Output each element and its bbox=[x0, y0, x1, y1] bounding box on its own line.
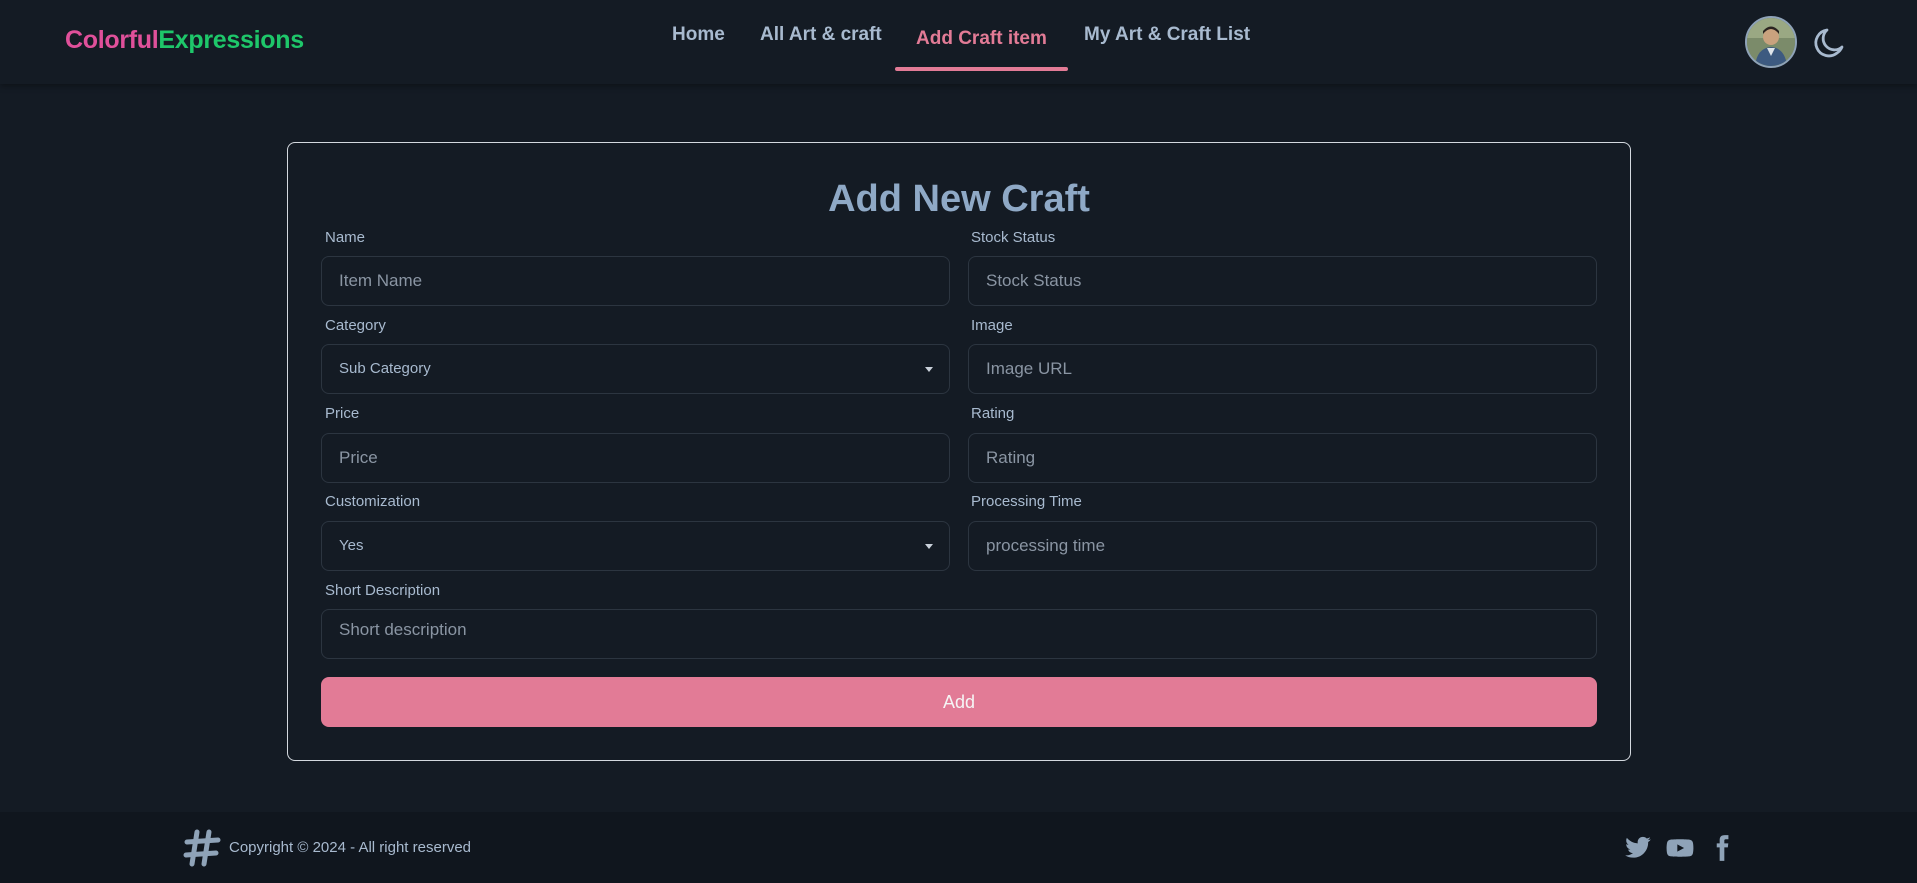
stock-status-input[interactable] bbox=[968, 256, 1597, 306]
price-label: Price bbox=[325, 405, 360, 422]
chevron-down-icon bbox=[925, 544, 933, 549]
twitter-icon[interactable] bbox=[1624, 834, 1652, 862]
add-craft-form: Add New Craft Name Stock Status Category… bbox=[287, 142, 1631, 761]
footer: Copyright © 2024 - All right reserved bbox=[0, 812, 1917, 883]
price-input[interactable] bbox=[321, 433, 950, 483]
processing-time-label: Processing Time bbox=[971, 493, 1082, 510]
rating-label: Rating bbox=[971, 405, 1015, 422]
nav-menu: Home All Art & craft Add Craft item My A… bbox=[0, 0, 1917, 84]
theme-toggle-moon-icon[interactable] bbox=[1810, 22, 1850, 62]
rating-input[interactable] bbox=[968, 433, 1597, 483]
customization-select-value: Yes bbox=[339, 537, 364, 554]
copyright-text: Copyright © 2024 - All right reserved bbox=[229, 839, 471, 856]
customization-select[interactable]: Yes bbox=[321, 521, 950, 571]
processing-time-input[interactable] bbox=[968, 521, 1597, 571]
facebook-icon[interactable] bbox=[1708, 834, 1736, 862]
nav-item-my-list[interactable]: My Art & Craft List bbox=[1084, 24, 1250, 46]
short-description-label: Short Description bbox=[325, 582, 441, 599]
avatar-image bbox=[1747, 18, 1795, 66]
form-title: Add New Craft bbox=[828, 178, 1090, 220]
category-select-value: Sub Category bbox=[339, 360, 431, 377]
add-button[interactable]: Add bbox=[321, 677, 1597, 727]
active-nav-indicator bbox=[895, 67, 1068, 71]
short-description-textarea[interactable] bbox=[321, 609, 1597, 659]
category-label: Category bbox=[325, 317, 386, 334]
youtube-icon[interactable] bbox=[1666, 834, 1694, 862]
hashtag-logo-icon bbox=[182, 828, 222, 868]
nav-item-add-craft[interactable]: Add Craft item bbox=[916, 28, 1047, 50]
image-label: Image bbox=[971, 317, 1013, 334]
item-name-input[interactable] bbox=[321, 256, 950, 306]
category-select[interactable]: Sub Category bbox=[321, 344, 950, 394]
nav-item-home[interactable]: Home bbox=[672, 24, 725, 46]
image-url-input[interactable] bbox=[968, 344, 1597, 394]
navbar: ColorfulExpressions Home All Art & craft… bbox=[0, 0, 1917, 84]
name-label: Name bbox=[325, 229, 366, 246]
nav-item-all-art-craft[interactable]: All Art & craft bbox=[760, 24, 882, 46]
chevron-down-icon bbox=[925, 367, 933, 372]
user-avatar[interactable] bbox=[1745, 16, 1797, 68]
stock-status-label: Stock Status bbox=[971, 229, 1056, 246]
customization-label: Customization bbox=[325, 493, 421, 510]
